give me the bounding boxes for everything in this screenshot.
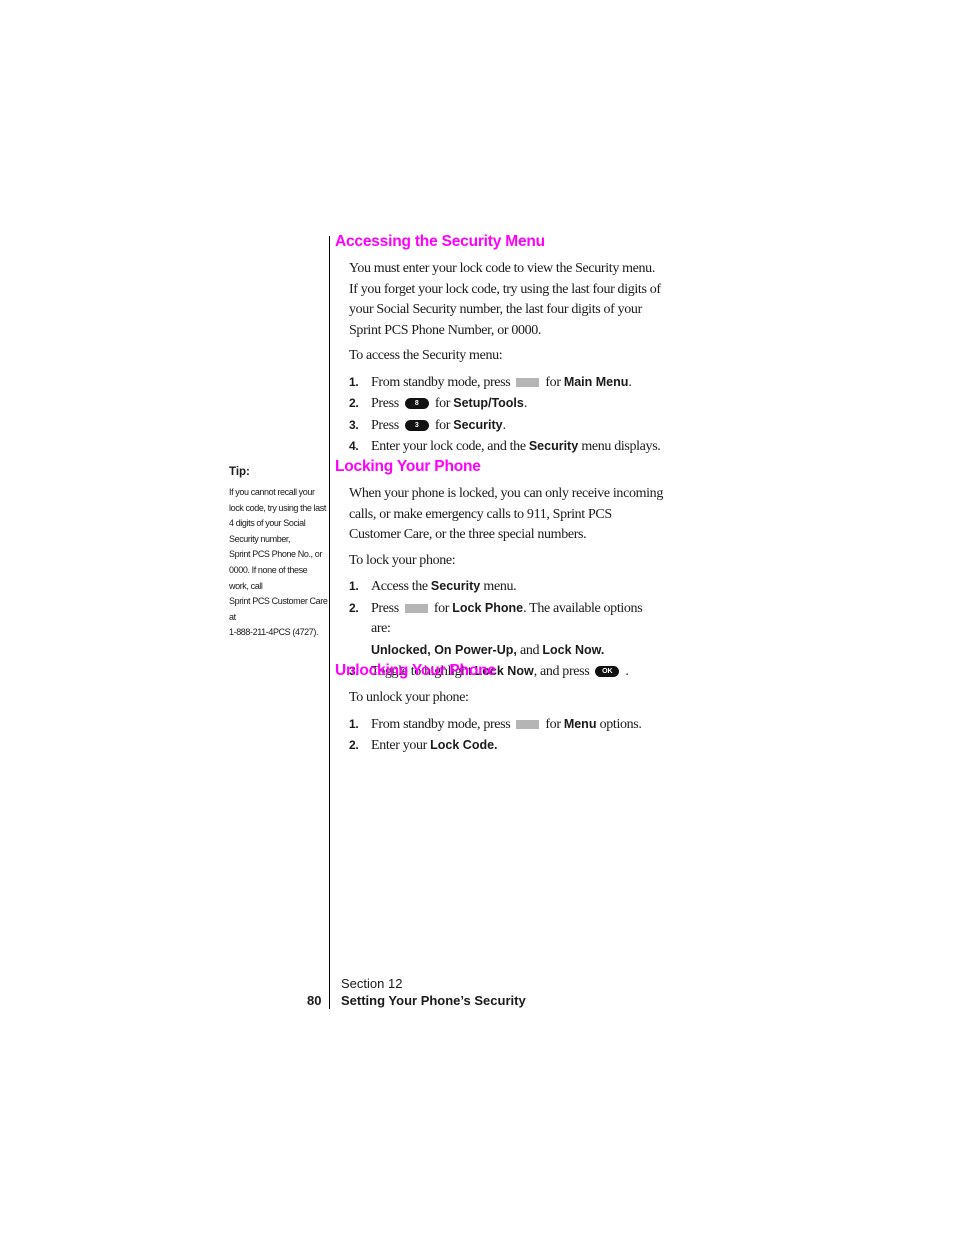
step-text: Enter your bbox=[371, 738, 427, 753]
step-number: 1. bbox=[349, 579, 359, 593]
step-text: Press bbox=[371, 417, 399, 433]
tip-line: Security number, bbox=[229, 533, 291, 544]
tip-line: work, call bbox=[229, 580, 263, 591]
step-text: for bbox=[434, 417, 451, 433]
tip-box: Tip: If you cannot recall your lock code… bbox=[229, 466, 328, 641]
step-text: . bbox=[502, 417, 507, 433]
intro-paragraph: When your phone is locked, you can only … bbox=[349, 486, 663, 542]
step-text: Enter your lock code, and the bbox=[371, 439, 526, 454]
menu-term: Setup/Tools bbox=[453, 396, 524, 410]
softkey-icon bbox=[404, 603, 428, 613]
lead-text: To unlock your phone: bbox=[349, 690, 469, 705]
step-number: 1. bbox=[349, 716, 359, 731]
menu-term: Main Menu bbox=[563, 374, 629, 389]
key-8-icon: 8 bbox=[404, 398, 429, 410]
section-unlocking-phone: Unlocking Your Phone To unlock your phon… bbox=[335, 662, 665, 767]
list-item: 4. Enter your lock code, and the Securit… bbox=[349, 436, 665, 458]
intro-paragraph: You must enter your lock code to view th… bbox=[349, 261, 661, 338]
menu-term: Menu bbox=[563, 716, 597, 731]
margin-rule bbox=[329, 236, 330, 1009]
list-item: 1. From standby mode, press for Main Menu… bbox=[349, 372, 665, 394]
step-text: From standby mode, press bbox=[371, 374, 511, 390]
softkey-icon bbox=[516, 719, 540, 729]
tip-line: Sprint PCS Phone No., or bbox=[229, 549, 322, 560]
menu-term: Lock Phone bbox=[452, 600, 524, 615]
section-label: Section 12 bbox=[341, 976, 403, 991]
list-item: 2. Press 8 for Setup/Tools. bbox=[349, 393, 665, 415]
step-text: for bbox=[434, 396, 451, 411]
step-text: . bbox=[628, 374, 632, 390]
step-number: 4. bbox=[349, 439, 359, 453]
section-heading: Accessing the Security Menu bbox=[335, 233, 545, 250]
menu-term: Security bbox=[453, 417, 503, 432]
section-heading: Locking Your Phone bbox=[335, 458, 481, 475]
menu-term: Lock Code. bbox=[430, 738, 498, 752]
section-accessing-security-menu: Accessing the Security Menu You must ent… bbox=[335, 233, 665, 468]
tip-title: Tip: bbox=[229, 466, 250, 478]
softkey-icon bbox=[516, 377, 540, 387]
step-text: Press bbox=[371, 396, 399, 411]
step-number: 2. bbox=[349, 738, 359, 752]
option-list: Unlocked, On Power-Up, bbox=[371, 642, 517, 657]
page-title: Setting Your Phone’s Security bbox=[341, 993, 526, 1008]
step-number: 2. bbox=[349, 396, 359, 410]
page-number: 80 bbox=[307, 993, 322, 1008]
step-text: menu displays. bbox=[581, 439, 661, 454]
tip-line: lock code, try using the last bbox=[229, 502, 326, 513]
step-number: 1. bbox=[349, 374, 359, 389]
step-text: and bbox=[520, 642, 540, 658]
lead-text: To lock your phone: bbox=[349, 552, 456, 568]
list-item: 3. Press 3 for Security. bbox=[349, 415, 665, 437]
tip-line: Sprint PCS Customer Care bbox=[229, 596, 328, 607]
step-text: Press bbox=[371, 600, 399, 616]
option-term: Lock Now. bbox=[542, 642, 605, 657]
list-item: 2. Enter your Lock Code. bbox=[349, 735, 665, 757]
tip-line: 4 digits of your Social bbox=[229, 518, 306, 529]
lead-text: To access the Security menu: bbox=[349, 348, 503, 363]
section-locking-phone: Locking Your Phone When your phone is lo… bbox=[335, 458, 665, 693]
list-item: 2. Press for Lock Phone. The available op… bbox=[349, 598, 665, 662]
key-3-icon: 3 bbox=[404, 419, 429, 431]
list-item: 1. Access the Security menu. bbox=[349, 576, 665, 598]
section-heading: Unlocking Your Phone bbox=[335, 662, 496, 679]
tip-line: If you cannot recall your bbox=[229, 487, 315, 497]
tip-line: at bbox=[229, 611, 236, 622]
step-text: Access the bbox=[371, 579, 428, 594]
step-text: for bbox=[545, 716, 561, 732]
tip-line: 0000. If none of these bbox=[229, 564, 308, 575]
tip-line: 1-888-211-4PCS (4727). bbox=[229, 627, 319, 638]
menu-term: Security bbox=[430, 579, 481, 593]
steps-list: 1. From standby mode, press for Menu opti… bbox=[349, 714, 665, 757]
step-text: options. bbox=[599, 716, 642, 732]
steps-list: 1. From standby mode, press for Main Menu… bbox=[349, 372, 665, 458]
step-text: menu. bbox=[483, 579, 517, 594]
list-item: 1. From standby mode, press for Menu opti… bbox=[349, 714, 665, 736]
step-number: 2. bbox=[349, 600, 359, 615]
step-text: . bbox=[523, 396, 528, 411]
step-text: for bbox=[545, 374, 561, 390]
menu-term: Security bbox=[528, 439, 579, 453]
step-number: 3. bbox=[349, 417, 359, 432]
step-text: From standby mode, press bbox=[371, 716, 511, 732]
step-text: for bbox=[433, 600, 450, 616]
